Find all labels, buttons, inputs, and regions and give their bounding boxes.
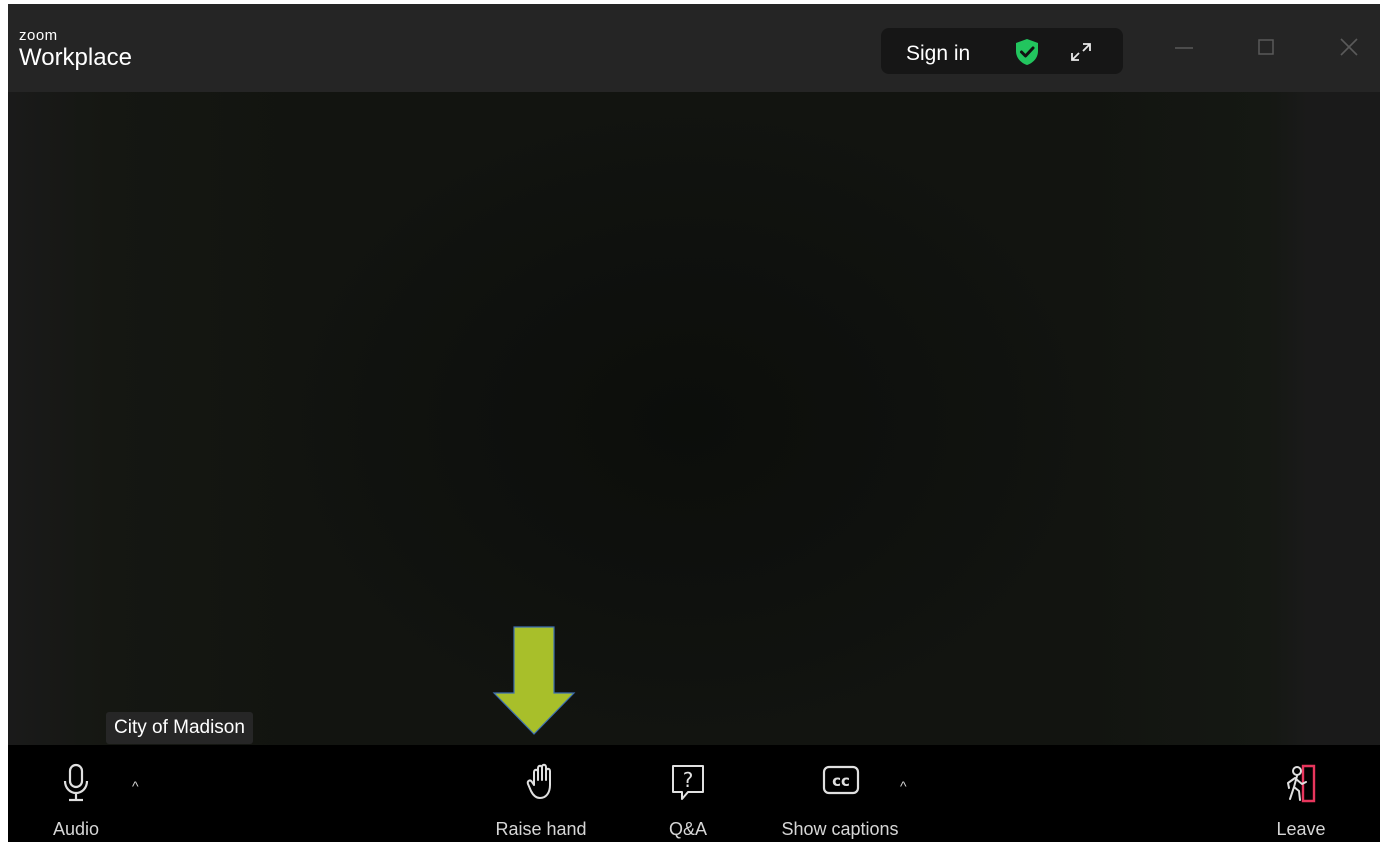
audio-options-chevron-up-icon[interactable]: ^ bbox=[132, 778, 139, 794]
leave-label: Leave bbox=[1276, 819, 1326, 839]
qa-label: Q&A bbox=[668, 819, 708, 839]
participant-name-tag: City of Madison bbox=[106, 712, 253, 744]
maximize-icon[interactable] bbox=[1255, 36, 1277, 58]
show-captions-button[interactable]: cc Show captions bbox=[780, 745, 900, 842]
app-logo: zoom Workplace bbox=[19, 28, 132, 70]
leave-button[interactable]: Leave bbox=[1271, 745, 1331, 842]
question-icon: ? bbox=[672, 765, 704, 800]
closed-captions-icon: cc bbox=[822, 765, 860, 795]
security-shield-icon[interactable] bbox=[1012, 37, 1042, 67]
captions-options-chevron-up-icon[interactable]: ^ bbox=[900, 778, 907, 794]
signin-panel: Sign in bbox=[881, 28, 1123, 74]
show-captions-label: Show captions bbox=[781, 819, 899, 839]
raise-hand-icon bbox=[526, 763, 551, 799]
microphone-icon bbox=[63, 763, 89, 802]
close-icon[interactable] bbox=[1338, 36, 1360, 58]
audio-label: Audio bbox=[52, 819, 100, 839]
brand-zoom-text: zoom bbox=[19, 27, 58, 44]
fullscreen-icon[interactable] bbox=[1068, 40, 1094, 64]
title-bar: zoom Workplace Sign in bbox=[8, 4, 1380, 92]
video-area: City of Madison bbox=[8, 92, 1380, 745]
cc-icon-glyph: cc bbox=[832, 772, 850, 790]
raise-hand-button[interactable]: Raise hand bbox=[481, 745, 601, 842]
zoom-window: zoom Workplace Sign in City of Madison A… bbox=[8, 4, 1380, 842]
brand-workplace-text: Workplace bbox=[19, 44, 132, 71]
audio-button[interactable]: Audio bbox=[46, 745, 106, 842]
raise-hand-label: Raise hand bbox=[495, 819, 587, 839]
qa-button[interactable]: ? Q&A bbox=[658, 745, 718, 842]
sign-in-button[interactable]: Sign in bbox=[906, 42, 970, 66]
meeting-toolbar: Audio ^ Raise hand ? Q&A cc Show caption… bbox=[8, 745, 1380, 842]
qa-icon-glyph: ? bbox=[683, 768, 694, 792]
leave-exit-icon bbox=[1287, 764, 1316, 803]
down-arrow-annotation bbox=[492, 626, 576, 735]
minimize-icon[interactable] bbox=[1173, 36, 1195, 58]
